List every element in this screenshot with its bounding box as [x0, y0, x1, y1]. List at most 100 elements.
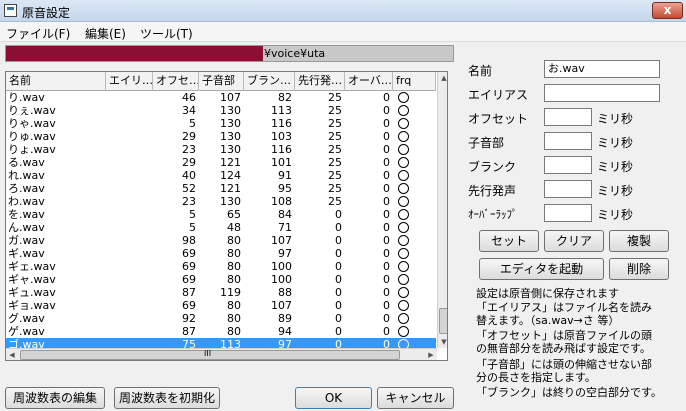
table-row[interactable]: ギェ.wav 69 80 100 0 0	[6, 260, 436, 273]
cell-consonant: 119	[220, 286, 241, 299]
delete-button[interactable]: 削除	[609, 258, 669, 280]
blank-field[interactable]	[544, 156, 592, 174]
table-row[interactable]: ろ.wav 52 121 95 25 0	[6, 182, 436, 195]
edit-frequency-table-button[interactable]: 周波数表の編集	[5, 387, 105, 409]
cell-blank: 91	[278, 169, 292, 182]
frq-circle-icon	[398, 209, 409, 220]
cell-blank: 95	[278, 182, 292, 195]
table-row[interactable]: りゃ.wav 5 130 116 25 0	[6, 117, 436, 130]
frq-circle-icon	[398, 105, 409, 116]
col-header-blank[interactable]: ブラン…	[244, 72, 295, 91]
vertical-scroll-thumb[interactable]	[439, 308, 447, 334]
cell-name: れ.wav	[8, 169, 45, 182]
table-row[interactable]: りぇ.wav 34 130 113 25 0	[6, 104, 436, 117]
close-button[interactable]: x	[652, 2, 683, 19]
cell-offset: 5	[189, 117, 196, 130]
menu-file[interactable]: ファイル(F)	[6, 25, 70, 42]
cell-offset: 52	[182, 182, 196, 195]
cell-preutter: 0	[335, 247, 342, 260]
cell-preutter: 25	[328, 169, 342, 182]
cell-alias	[106, 260, 153, 273]
col-header-preutter[interactable]: 先行発…	[295, 72, 345, 91]
offset-field[interactable]	[544, 108, 592, 126]
cell-preutter: 0	[335, 312, 342, 325]
frq-circle-icon	[398, 248, 409, 259]
overlap-field[interactable]	[544, 204, 592, 222]
cell-name: る.wav	[8, 156, 45, 169]
table-row[interactable]: りゅ.wav 29 130 103 25 0	[6, 130, 436, 143]
cell-alias	[106, 117, 153, 130]
table-row[interactable]: り.wav 46 107 82 25 0	[6, 91, 436, 104]
table-row[interactable]: ん.wav 5 48 71 0 0	[6, 221, 436, 234]
cell-overlap: 0	[383, 143, 390, 156]
col-header-overlap[interactable]: オーバ…	[345, 72, 393, 91]
cell-blank: 97	[278, 247, 292, 260]
table-row[interactable]: ガ.wav 98 80 107 0 0	[6, 234, 436, 247]
set-button[interactable]: セット	[479, 230, 539, 252]
cell-blank: 103	[271, 130, 292, 143]
alias-label: エイリアス	[468, 88, 529, 102]
table-row[interactable]: れ.wav 40 124 91 25 0	[6, 169, 436, 182]
col-header-offset[interactable]: オフセ…	[153, 72, 199, 91]
menu-edit[interactable]: 編集(E)	[85, 25, 126, 42]
frq-circle-icon	[398, 131, 409, 142]
cell-alias	[106, 208, 153, 221]
cell-offset: 92	[182, 312, 196, 325]
scroll-left-icon[interactable]: ◀	[6, 349, 18, 360]
col-header-consonant[interactable]: 子音部	[199, 72, 244, 91]
cell-consonant: 130	[220, 104, 241, 117]
cell-overlap: 0	[383, 182, 390, 195]
table-row[interactable]: ギャ.wav 69 80 100 0 0	[6, 273, 436, 286]
cell-offset: 29	[182, 156, 196, 169]
preutter-field[interactable]	[544, 180, 592, 198]
table-row[interactable]: ギョ.wav 69 80 107 0 0	[6, 299, 436, 312]
scroll-down-icon[interactable]: ▼	[438, 336, 447, 348]
cell-preutter: 25	[328, 130, 342, 143]
cell-preutter: 0	[335, 299, 342, 312]
cell-consonant: 80	[227, 273, 241, 286]
horizontal-scrollbar[interactable]: ◀ III ▶	[6, 348, 437, 360]
menu-tools[interactable]: ツール(T)	[140, 25, 193, 42]
frq-circle-icon	[398, 92, 409, 103]
cell-blank: 107	[271, 234, 292, 247]
cell-blank: 107	[271, 299, 292, 312]
title-bar: 原音設定 x	[0, 0, 686, 22]
table-row[interactable]: ゲ.wav 87 80 94 0 0	[6, 325, 436, 338]
offset-label: オフセット	[468, 112, 529, 126]
table-row[interactable]: を.wav 5 65 84 0 0	[6, 208, 436, 221]
init-frequency-table-button[interactable]: 周波数表を初期化	[114, 387, 220, 409]
cell-blank: 89	[278, 312, 292, 325]
table-row[interactable]: ギ.wav 69 80 97 0 0	[6, 247, 436, 260]
oto-table[interactable]: 名前 エイリ… オフセ… 子音部 ブラン… 先行発… オーバ… frq り.wa…	[5, 71, 448, 361]
frq-circle-icon	[398, 157, 409, 168]
clear-button[interactable]: クリア	[544, 230, 604, 252]
cell-name: ギェ.wav	[8, 260, 56, 273]
consonant-field[interactable]	[544, 132, 592, 150]
table-row[interactable]: ギュ.wav 87 119 88 0 0	[6, 286, 436, 299]
col-header-frq[interactable]: frq	[393, 72, 436, 91]
table-row[interactable]: グ.wav 92 80 89 0 0	[6, 312, 436, 325]
vertical-scrollbar[interactable]: ▲ ▼	[437, 72, 447, 348]
table-row[interactable]: る.wav 29 121 101 25 0	[6, 156, 436, 169]
name-field[interactable]: お.wav	[544, 60, 660, 78]
alias-field[interactable]	[544, 84, 660, 102]
col-header-alias[interactable]: エイリ…	[106, 72, 153, 91]
horizontal-scroll-thumb[interactable]: III	[20, 349, 400, 360]
name-label: 名前	[468, 64, 493, 78]
copy-button[interactable]: 複製	[609, 230, 669, 252]
table-row[interactable]: りょ.wav 23 130 116 25 0	[6, 143, 436, 156]
cell-preutter: 0	[335, 325, 342, 338]
cell-offset: 34	[182, 104, 196, 117]
cell-name: り.wav	[8, 91, 45, 104]
cell-blank: 84	[278, 208, 292, 221]
col-header-name[interactable]: 名前	[6, 72, 106, 91]
cell-consonant: 130	[220, 117, 241, 130]
table-row[interactable]: わ.wav 23 130 108 25 0	[6, 195, 436, 208]
cell-overlap: 0	[383, 104, 390, 117]
ok-button[interactable]: OK	[295, 387, 372, 409]
launch-editor-button[interactable]: エディタを起動	[479, 258, 604, 280]
cancel-button[interactable]: キャンセル	[377, 387, 454, 409]
scroll-up-icon[interactable]: ▲	[438, 72, 447, 84]
overlap-unit: ミリ秒	[597, 208, 634, 222]
scroll-right-icon[interactable]: ▶	[425, 349, 437, 360]
